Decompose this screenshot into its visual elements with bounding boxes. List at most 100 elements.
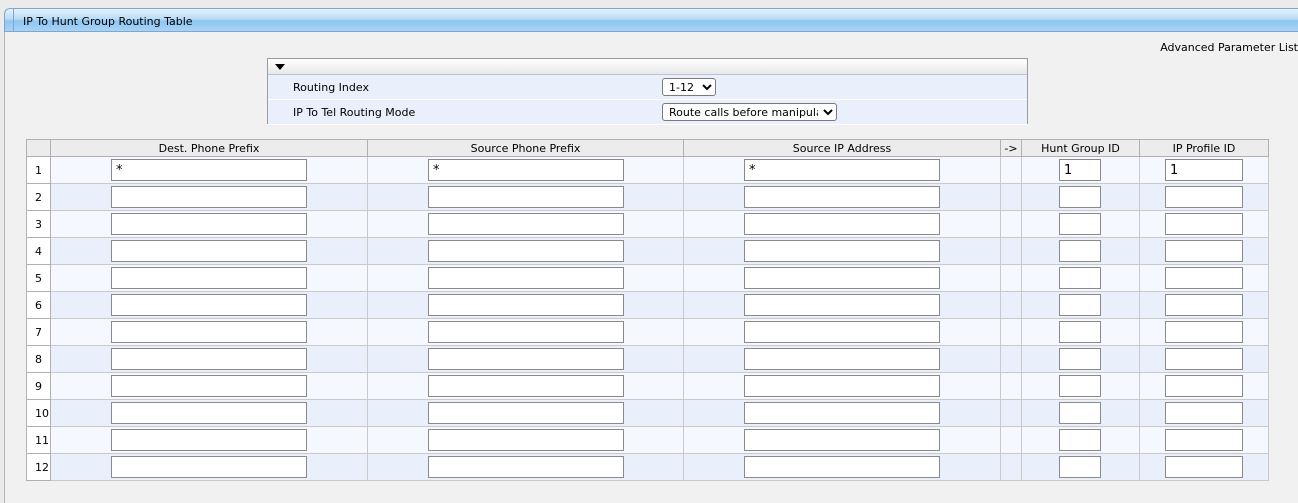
hunt-group-id-cell <box>1021 318 1140 346</box>
source-ip-address-cell <box>683 210 1001 238</box>
source-phone-prefix-input[interactable] <box>428 186 624 208</box>
hunt-group-id-cell <box>1021 156 1140 184</box>
hunt-group-id-input[interactable] <box>1059 321 1101 343</box>
row-index: 9 <box>26 372 51 400</box>
hunt-group-id-input[interactable] <box>1059 375 1101 397</box>
source-ip-address-input[interactable] <box>744 213 940 235</box>
ip-profile-id-header: IP Profile ID <box>1139 139 1269 157</box>
hunt-group-id-input[interactable] <box>1059 240 1101 262</box>
dest-phone-prefix-input[interactable] <box>111 375 307 397</box>
ip-profile-id-input[interactable] <box>1165 348 1243 370</box>
arrow-cell <box>1000 345 1022 373</box>
ip-profile-id-input[interactable] <box>1165 294 1243 316</box>
source-ip-address-cell <box>683 372 1001 400</box>
source-phone-prefix-input[interactable] <box>428 456 624 478</box>
source-phone-prefix-input[interactable] <box>428 348 624 370</box>
ip-profile-id-input[interactable] <box>1165 429 1243 451</box>
source-ip-address-input[interactable] <box>744 159 940 181</box>
source-ip-address-input[interactable] <box>744 321 940 343</box>
dest-phone-prefix-input[interactable] <box>111 240 307 262</box>
collapse-triangle-icon[interactable] <box>275 64 285 70</box>
dest-phone-prefix-input[interactable] <box>111 186 307 208</box>
dest-phone-prefix-cell <box>50 183 368 211</box>
table-header-row: Dest. Phone Prefix Source Phone Prefix S… <box>26 139 1269 157</box>
hunt-group-id-input[interactable] <box>1059 213 1101 235</box>
ip-profile-id-input[interactable] <box>1165 213 1243 235</box>
hunt-group-id-input[interactable] <box>1059 294 1101 316</box>
source-phone-prefix-input[interactable] <box>428 429 624 451</box>
dest-phone-prefix-input[interactable] <box>111 456 307 478</box>
dest-phone-prefix-input[interactable] <box>111 321 307 343</box>
ip-profile-id-input[interactable] <box>1165 267 1243 289</box>
ip-profile-id-input[interactable] <box>1165 186 1243 208</box>
dest-phone-prefix-cell <box>50 237 368 265</box>
source-ip-address-input[interactable] <box>744 402 940 424</box>
source-ip-address-input[interactable] <box>744 456 940 478</box>
hunt-group-id-input[interactable] <box>1059 402 1101 424</box>
dest-phone-prefix-input[interactable] <box>111 159 307 181</box>
routing-mode-row: IP To Tel Routing Mode Route calls befor… <box>268 100 1027 125</box>
dest-phone-prefix-input[interactable] <box>111 402 307 424</box>
source-phone-prefix-cell <box>367 264 684 292</box>
hunt-group-id-input[interactable] <box>1059 456 1101 478</box>
source-phone-prefix-cell <box>367 156 684 184</box>
ip-profile-id-input[interactable] <box>1165 402 1243 424</box>
ip-profile-id-cell <box>1139 345 1269 373</box>
hunt-group-id-cell <box>1021 264 1140 292</box>
dest-phone-prefix-input[interactable] <box>111 429 307 451</box>
source-ip-address-input[interactable] <box>744 186 940 208</box>
source-phone-prefix-header: Source Phone Prefix <box>367 139 684 157</box>
source-phone-prefix-input[interactable] <box>428 294 624 316</box>
source-ip-address-input[interactable] <box>744 294 940 316</box>
source-ip-address-input[interactable] <box>744 375 940 397</box>
ip-profile-id-input[interactable] <box>1165 159 1243 181</box>
table-row: 1 <box>26 156 1269 184</box>
source-ip-address-cell <box>683 291 1001 319</box>
ip-profile-id-input[interactable] <box>1165 321 1243 343</box>
advanced-parameter-list-link[interactable]: Advanced Parameter List <box>1160 41 1298 54</box>
hunt-group-id-input[interactable] <box>1059 429 1101 451</box>
dest-phone-prefix-cell <box>50 426 368 454</box>
ip-profile-id-cell <box>1139 156 1269 184</box>
source-phone-prefix-cell <box>367 318 684 346</box>
window-title-bar: IP To Hunt Group Routing Table <box>4 8 1298 32</box>
row-index: 2 <box>26 183 51 211</box>
arrow-cell <box>1000 399 1022 427</box>
dest-phone-prefix-input[interactable] <box>111 294 307 316</box>
table-row: 9 <box>26 372 1269 400</box>
source-phone-prefix-input[interactable] <box>428 240 624 262</box>
ip-profile-id-input[interactable] <box>1165 240 1243 262</box>
hunt-group-id-input[interactable] <box>1059 348 1101 370</box>
routing-index-select[interactable]: 1-12 <box>662 78 716 96</box>
source-ip-address-input[interactable] <box>744 267 940 289</box>
dest-phone-prefix-cell <box>50 156 368 184</box>
hunt-group-id-input[interactable] <box>1059 267 1101 289</box>
source-phone-prefix-input[interactable] <box>428 159 624 181</box>
arrow-cell <box>1000 210 1022 238</box>
ip-profile-id-input[interactable] <box>1165 456 1243 478</box>
routing-mode-select[interactable]: Route calls before manipulation <box>662 103 837 121</box>
source-ip-address-cell <box>683 183 1001 211</box>
dest-phone-prefix-input[interactable] <box>111 348 307 370</box>
row-index: 10 <box>26 399 51 427</box>
source-ip-address-input[interactable] <box>744 348 940 370</box>
hunt-group-id-input[interactable] <box>1059 159 1101 181</box>
source-phone-prefix-cell <box>367 291 684 319</box>
source-phone-prefix-input[interactable] <box>428 213 624 235</box>
ip-profile-id-cell <box>1139 291 1269 319</box>
source-phone-prefix-input[interactable] <box>428 321 624 343</box>
source-phone-prefix-input[interactable] <box>428 402 624 424</box>
dest-phone-prefix-input[interactable] <box>111 213 307 235</box>
source-ip-address-cell <box>683 453 1001 481</box>
source-ip-address-cell <box>683 264 1001 292</box>
parameters-collapse-header[interactable] <box>268 59 1027 75</box>
source-phone-prefix-input[interactable] <box>428 375 624 397</box>
source-ip-address-input[interactable] <box>744 429 940 451</box>
ip-profile-id-input[interactable] <box>1165 375 1243 397</box>
source-phone-prefix-input[interactable] <box>428 267 624 289</box>
dest-phone-prefix-input[interactable] <box>111 267 307 289</box>
dest-phone-prefix-cell <box>50 372 368 400</box>
source-ip-address-input[interactable] <box>744 240 940 262</box>
ip-profile-id-cell <box>1139 210 1269 238</box>
hunt-group-id-input[interactable] <box>1059 186 1101 208</box>
